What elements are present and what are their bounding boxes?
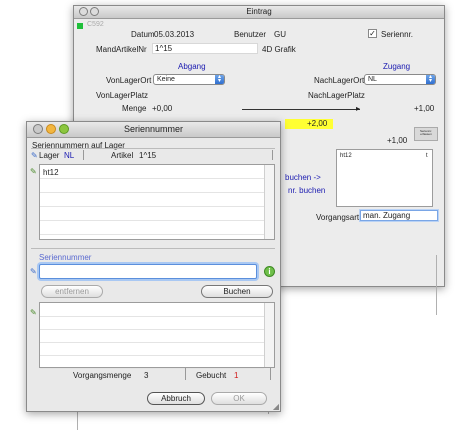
menge-label: Menge [122, 104, 147, 113]
vorgangsart-field[interactable]: man. Zugang [360, 210, 438, 221]
minimize-button-icon[interactable] [46, 124, 56, 134]
zugang-header: Zugang [383, 62, 411, 71]
booked-serial-list[interactable] [39, 302, 275, 369]
seriennummer-window: Seriennummer Seriennummern auf Lager ✎ L… [26, 121, 281, 412]
list-item-label: ht12 [43, 168, 59, 177]
artikel-value: 1^15 [139, 151, 157, 160]
booked-list-scrollbar[interactable] [264, 303, 274, 367]
datum-value[interactable]: 05.03.2013 [154, 30, 194, 39]
resize-grip-icon[interactable]: ◢ [273, 402, 279, 411]
zoom-button-icon[interactable] [59, 124, 69, 134]
ok-label: OK [233, 394, 245, 403]
edit-pencil-icon: ✎ [30, 167, 37, 176]
seriennr-checkbox-label: Seriennr. [381, 30, 414, 39]
entfernen-label: entfernen [55, 287, 89, 296]
lager-value: NL [64, 151, 75, 160]
vonlagerplatz-label: VonLagerPlatz [96, 91, 149, 100]
benutzer-label: Benutzer [234, 30, 267, 39]
yellow-value-field: +2,00 [285, 119, 333, 129]
list-item[interactable] [40, 193, 264, 207]
menge-from-value: +0,00 [152, 104, 173, 113]
vorgangsart-value: man. Zugang [363, 211, 411, 220]
abbruch-button[interactable]: Abbruch [147, 392, 205, 405]
record-id: C592 [87, 21, 104, 28]
seriennr-erfassen-label: Seriennr. erfassen [419, 129, 432, 136]
nachlagerort-label: NachLagerOrt [314, 76, 365, 85]
select-stepper-icon: ▴ ▾ [215, 74, 224, 84]
list-item[interactable]: ht12 [40, 165, 264, 179]
transfer-arrow-head-icon: ▸ [356, 104, 361, 113]
datum-label: Datum [131, 30, 155, 39]
mini-list-marker: t [426, 153, 428, 159]
seriennummer-titlebar[interactable]: Seriennummer [27, 122, 280, 138]
yellow-value: +2,00 [307, 119, 328, 128]
vonlagerort-value: Keine [157, 76, 175, 83]
section-divider [31, 148, 275, 149]
list-item[interactable] [40, 179, 264, 193]
close-button-icon[interactable] [33, 124, 43, 134]
list-item[interactable] [40, 342, 264, 356]
mandartikel-field[interactable]: 1^15 [152, 43, 258, 54]
serial-edit-icon: ✎ [30, 267, 37, 276]
mandartikel-value: 1^15 [155, 44, 173, 53]
list-item[interactable] [40, 221, 264, 235]
lager-artikel-divider [83, 150, 84, 160]
mandartikel-label: MandArtikelNr [96, 45, 147, 54]
vorgangsart-label: Vorgangsart [316, 213, 360, 222]
menge-to-value: +1,00 [414, 104, 435, 113]
artikel-end-divider [272, 150, 273, 160]
transfer-arrow-icon [242, 109, 360, 110]
vorgangsmenge-value: 3 [144, 371, 149, 380]
vonlagerort-label: VonLagerOrt [106, 76, 152, 85]
section-serial-header: Seriennummer [39, 253, 92, 262]
benutzer-value[interactable]: GU [274, 30, 286, 39]
product-name: 4D Grafik [262, 45, 296, 54]
footer-divider [185, 368, 186, 380]
gebucht-value: 1 [234, 371, 239, 380]
section-divider [31, 248, 275, 249]
ok-button[interactable]: OK [211, 392, 267, 405]
serial-input[interactable] [39, 264, 257, 279]
vonlagerort-select[interactable]: Keine ▴ ▾ [153, 74, 225, 85]
buchen-button[interactable]: Buchen [201, 285, 273, 298]
gebucht-label: Gebucht [196, 371, 227, 380]
list-item[interactable] [40, 207, 264, 221]
eintrag-title: Eintrag [246, 7, 272, 16]
minimize-dot-icon[interactable] [90, 7, 99, 16]
nr-buchen-link[interactable]: nr. buchen [288, 186, 325, 195]
list-item[interactable] [40, 303, 264, 317]
info-icon[interactable]: i [264, 266, 275, 277]
close-dot-icon[interactable] [79, 7, 88, 16]
lager-label: Lager [39, 151, 60, 160]
lager-icon: ✎ [31, 151, 38, 160]
nachlagerplatz-label: NachLagerPlatz [308, 91, 365, 100]
seriennr-erfassen-button[interactable]: Seriennr. erfassen [414, 127, 438, 141]
eintrag-titlebar[interactable]: Eintrag [74, 6, 444, 19]
buchen-label: Buchen [223, 287, 251, 296]
entfernen-button[interactable]: entfernen [41, 285, 103, 298]
seriennr-checkbox[interactable]: ✓ [368, 29, 377, 38]
annotation-line [436, 255, 437, 315]
stock-list-scrollbar[interactable] [264, 165, 274, 239]
mini-serial-list[interactable]: ht12 t [336, 149, 433, 207]
stock-serial-list[interactable]: ht12 [39, 164, 275, 240]
buchen-link[interactable]: buchen -> [285, 173, 321, 182]
list-item[interactable] [40, 329, 264, 343]
green-status-icon [77, 23, 83, 29]
artikel-label: Artikel [111, 151, 134, 160]
nachlagerort-value: NL [368, 76, 377, 83]
footer-divider [270, 368, 271, 380]
mini-list-item[interactable]: ht12 [340, 153, 352, 159]
list-item[interactable] [40, 355, 264, 369]
list-item[interactable] [40, 316, 264, 330]
select-stepper-icon: ▴ ▾ [426, 74, 435, 84]
right-value: +1,00 [387, 136, 408, 145]
seriennummer-title: Seriennummer [123, 124, 184, 134]
edit-pencil-icon: ✎ [30, 308, 37, 317]
abbruch-label: Abbruch [161, 394, 191, 403]
abgang-header: Abgang [178, 62, 206, 71]
nachlagerort-select[interactable]: NL ▴ ▾ [364, 74, 436, 85]
vorgangsmenge-label: Vorgangsmenge [73, 371, 132, 380]
